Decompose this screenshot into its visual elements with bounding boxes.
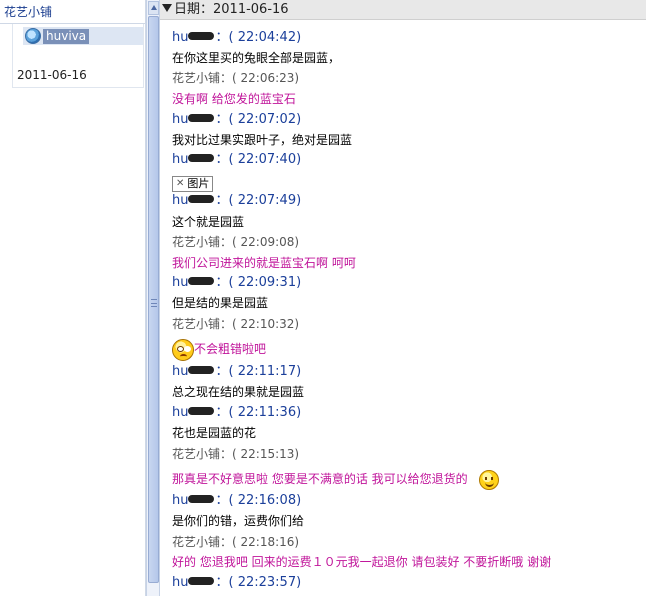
message-header: 花艺小铺：( 22:06:23) (172, 68, 299, 88)
message-text: 我们公司进来的就是蓝宝石啊 呵呵 (172, 256, 356, 270)
sender-separator: ： (215, 30, 229, 45)
scroll-grip-icon (151, 299, 157, 307)
message-time: ( 22:15:13) (232, 447, 300, 461)
smile-face-icon (479, 469, 500, 490)
sender-name: hu (172, 152, 189, 167)
message-header: 花艺小铺：( 22:09:08) (172, 232, 299, 252)
sender-name: hu (172, 493, 189, 508)
sender-separator: ： (215, 364, 229, 379)
redacted-mark (188, 407, 215, 415)
sender-name: 花艺小铺 (172, 535, 221, 549)
redacted-mark (188, 195, 215, 203)
message-text: 这个就是园蓝 (172, 215, 245, 229)
redacted-mark (188, 114, 215, 122)
message-text: 我对比过果实跟叶子，绝对是园蓝 (172, 133, 353, 147)
message-time: ( 22:09:31) (228, 275, 302, 290)
sender-name: hu (172, 575, 189, 590)
message-time: ( 22:09:08) (232, 235, 300, 249)
sender-name: 花艺小铺 (172, 317, 221, 331)
message-text: 花也是园蓝的花 (172, 426, 257, 440)
sender-separator: ： (215, 405, 229, 420)
message-content: 不会粗错啦吧 (172, 336, 266, 362)
message-header: 花艺小铺：( 22:15:13) (172, 444, 299, 464)
message-time: ( 22:11:17) (228, 364, 302, 379)
sender-separator: ： (215, 575, 229, 590)
sender-separator: ： (220, 447, 233, 461)
message-time: ( 22:11:36) (228, 405, 302, 420)
message-header: hu ：( 22:04:42) (172, 28, 301, 48)
message-header: hu ：( 22:07:02) (172, 110, 301, 130)
message-text: 好的 您退我吧 回来的运费１０元我一起退你 请包装好 不要折断哦 谢谢 (172, 555, 552, 569)
message-time: ( 22:18:16) (232, 535, 300, 549)
contact-item[interactable]: huviva (23, 27, 143, 45)
collapse-triangle-icon[interactable] (162, 4, 172, 12)
sender-separator: ： (220, 535, 233, 549)
message-time: ( 22:16:08) (228, 493, 302, 508)
sender-name: 花艺小铺 (172, 447, 221, 461)
message-header: hu ：( 22:07:49) (172, 191, 301, 211)
redacted-mark (188, 277, 215, 285)
message-time: ( 22:04:42) (228, 30, 302, 45)
sender-separator: ： (215, 275, 229, 290)
message-header: hu ：( 22:07:40) (172, 150, 301, 170)
redacted-mark (188, 154, 215, 162)
message-time: ( 22:06:23) (232, 71, 300, 85)
chat-log: 日期：2011-06-16 hu ：( 22:04:42) 在你这里买的兔眼全部是… (160, 0, 646, 596)
sender-separator: ： (220, 235, 233, 249)
message-content: 那真是不好意思啦 您要是不满意的话 我可以给您退货的 (172, 466, 500, 492)
message-time: ( 22:23:57) (228, 575, 302, 590)
sender-separator: ： (220, 317, 233, 331)
date-header[interactable]: 日期：2011-06-16 (160, 0, 646, 20)
message-header: hu ：( 22:11:17) (172, 362, 301, 382)
message-time: ( 22:07:02) (228, 112, 302, 127)
message-header: hu ：( 22:11:36) (172, 403, 301, 423)
sender-separator: ： (215, 112, 229, 127)
message-header: 花艺小铺：( 22:10:32) (172, 314, 299, 334)
redacted-mark (188, 577, 215, 585)
sender-separator: ： (215, 193, 229, 208)
worried-face-icon (172, 338, 194, 361)
sender-name: hu (172, 112, 189, 127)
message-header: hu ：( 22:09:31) (172, 273, 301, 293)
sender-name: hu (172, 193, 189, 208)
message-text: 不会粗错啦吧 (194, 342, 267, 356)
sender-name: hu (172, 30, 189, 45)
message-header: hu ：( 22:16:08) (172, 491, 301, 511)
sender-name: hu (172, 364, 189, 379)
message-header: hu ：( 22:23:57) (172, 573, 301, 593)
redacted-mark (188, 495, 215, 503)
message-text: 总之现在结的果就是园蓝 (172, 385, 305, 399)
sender-name: 花艺小铺 (172, 71, 221, 85)
sender-name: hu (172, 405, 189, 420)
message-text: 但是结的果是园蓝 (172, 296, 269, 310)
contact-date[interactable]: 2011-06-16 (17, 68, 87, 82)
sender-name: 花艺小铺 (172, 235, 221, 249)
sender-separator: ： (215, 493, 229, 508)
message-text: 是你们的错，运费你们给 (172, 514, 305, 528)
contact-name: huviva (43, 28, 90, 44)
message-content: ✕ 图片 (172, 172, 214, 192)
message-time: ( 22:07:49) (228, 193, 302, 208)
message-time: ( 22:07:40) (228, 152, 302, 167)
message-header: 花艺小铺：( 22:18:16) (172, 532, 299, 552)
scroll-up-arrow-icon[interactable] (148, 1, 159, 15)
sender-separator: ： (220, 71, 233, 85)
scroll-thumb[interactable] (148, 16, 159, 583)
contact-panel: 花艺小铺 huviva 2011-06-16 (0, 0, 146, 596)
redacted-mark (188, 366, 215, 374)
message-text: 没有啊 给您发的蓝宝石 (172, 92, 296, 106)
contact-list: huviva 2011-06-16 (12, 24, 144, 88)
message-text: 那真是不好意思啦 您要是不满意的话 我可以给您退货的 (172, 472, 468, 486)
vertical-scrollbar[interactable] (146, 0, 160, 596)
image-placeholder[interactable]: ✕ 图片 (172, 176, 214, 192)
sender-separator: ： (215, 152, 229, 167)
contact-panel-title: 花艺小铺 (0, 0, 145, 24)
date-label: 日期：2011-06-16 (174, 2, 289, 17)
message-text: 在你这里买的兔眼全部是园蓝， (172, 51, 341, 65)
sender-name: hu (172, 275, 189, 290)
user-avatar-icon (25, 28, 41, 44)
redacted-mark (188, 32, 215, 40)
message-time: ( 22:10:32) (232, 317, 300, 331)
